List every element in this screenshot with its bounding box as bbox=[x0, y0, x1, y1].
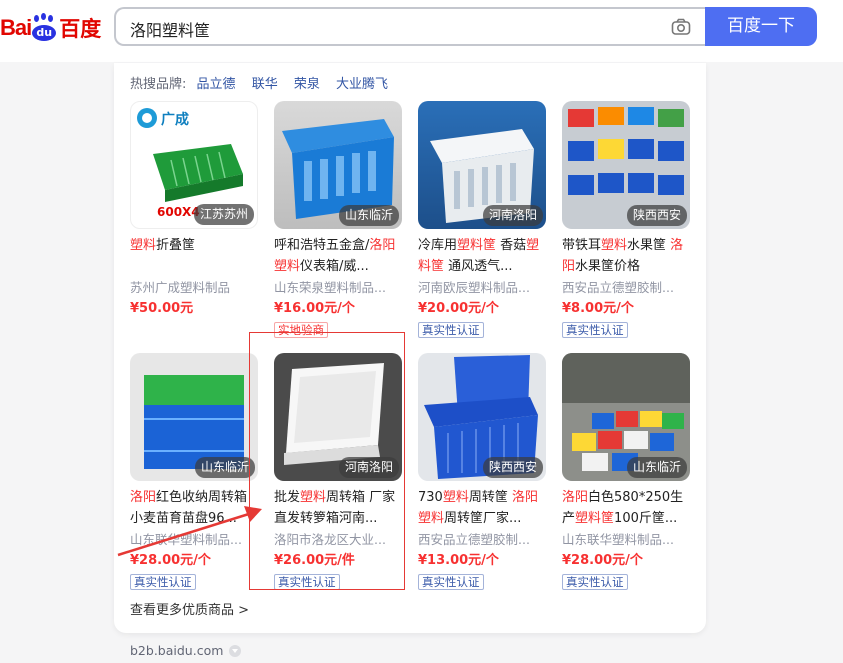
annotation-arrow bbox=[117, 506, 262, 557]
